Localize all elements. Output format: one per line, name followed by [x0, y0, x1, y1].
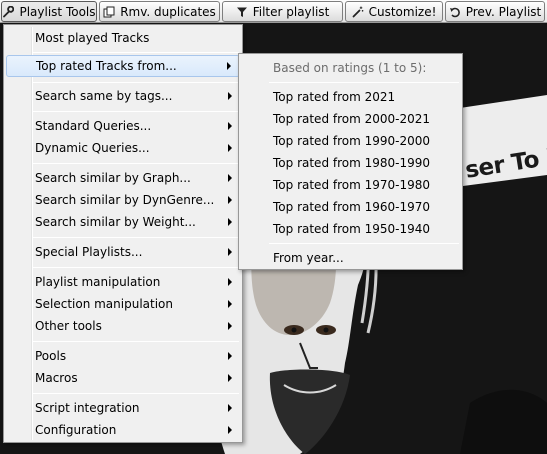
- submenu-item-label: Top rated from 2000-2021: [273, 112, 431, 126]
- submenu-arrow-icon: [228, 278, 232, 286]
- submenu-arrow-icon: [228, 352, 232, 360]
- submenu-item-1970-1980[interactable]: Top rated from 1970-1980: [241, 174, 460, 196]
- submenu-arrow-icon: [228, 248, 232, 256]
- playlist-tools-button[interactable]: Playlist Tools: [1, 1, 97, 22]
- submenu-arrow-icon: [227, 62, 231, 70]
- rmv-duplicates-label: Rmv. duplicates: [120, 4, 216, 19]
- submenu-item-2000-2021[interactable]: Top rated from 2000-2021: [241, 108, 460, 130]
- filter-playlist-button[interactable]: Filter playlist: [222, 1, 343, 22]
- menu-item-pools[interactable]: Pools: [6, 345, 240, 367]
- wand-icon: [352, 6, 364, 18]
- menu-separator: [33, 82, 239, 83]
- submenu-arrow-icon: [228, 122, 232, 130]
- submenu-arrow-icon: [228, 196, 232, 204]
- menu-separator: [33, 237, 239, 238]
- menu-item-special-playlists[interactable]: Special Playlists...: [6, 241, 240, 263]
- submenu-item-label: Top rated from 2021: [273, 90, 396, 104]
- submenu-arrow-icon: [228, 426, 232, 434]
- menu-separator: [33, 111, 239, 112]
- menu-item-label: Search similar by Graph...: [35, 171, 191, 185]
- duplicates-icon: [103, 6, 115, 18]
- toolbar: Playlist Tools Rmv. duplicates Filter pl…: [0, 0, 547, 23]
- menu-item-label: Standard Queries...: [35, 119, 152, 133]
- menu-item-label: Configuration: [35, 423, 117, 437]
- submenu-header-label: Based on ratings (1 to 5):: [273, 61, 427, 75]
- menu-item-label: Search similar by Weight...: [35, 215, 196, 229]
- menu-separator: [269, 243, 459, 244]
- submenu-item-label: Top rated from 1970-1980: [273, 178, 431, 192]
- menu-item-label: Search same by tags...: [35, 89, 173, 103]
- customize-button[interactable]: Customize!: [345, 1, 443, 22]
- submenu-item-2021[interactable]: Top rated from 2021: [241, 86, 460, 108]
- menu-item-label: Selection manipulation: [35, 297, 173, 311]
- menu-item-configuration[interactable]: Configuration: [6, 419, 240, 441]
- menu-item-label: Dynamic Queries...: [35, 141, 150, 155]
- menu-separator: [33, 52, 239, 53]
- menu-separator: [33, 393, 239, 394]
- submenu-item-1950-1940[interactable]: Top rated from 1950-1940: [241, 218, 460, 240]
- submenu-item-1960-1970[interactable]: Top rated from 1960-1970: [241, 196, 460, 218]
- customize-label: Customize!: [368, 4, 437, 19]
- submenu-item-label: Top rated from 1990-2000: [273, 134, 431, 148]
- submenu-item-1990-2000[interactable]: Top rated from 1990-2000: [241, 130, 460, 152]
- menu-item-label: Most played Tracks: [35, 31, 150, 45]
- prev-playlist-label: Prev. Playlist: [465, 4, 542, 19]
- submenu-arrow-icon: [228, 92, 232, 100]
- submenu-arrow-icon: [228, 404, 232, 412]
- filter-playlist-label: Filter playlist: [252, 4, 330, 19]
- menu-separator: [33, 341, 239, 342]
- menu-item-script-integration[interactable]: Script integration: [6, 397, 240, 419]
- menu-separator: [269, 82, 459, 83]
- menu-item-similar-dyngenre[interactable]: Search similar by DynGenre...: [6, 189, 240, 211]
- menu-item-label: Playlist manipulation: [35, 275, 161, 289]
- submenu-item-1980-1990[interactable]: Top rated from 1980-1990: [241, 152, 460, 174]
- menu-item-search-same-tags[interactable]: Search same by tags...: [6, 85, 240, 107]
- menu-item-selection-manipulation[interactable]: Selection manipulation: [6, 293, 240, 315]
- menu-item-label: Special Playlists...: [35, 245, 143, 259]
- submenu-item-label: Top rated from 1950-1940: [273, 222, 431, 236]
- submenu-item-label: From year...: [273, 251, 344, 265]
- submenu-arrow-icon: [228, 174, 232, 182]
- menu-item-label: Script integration: [35, 401, 140, 415]
- submenu-arrow-icon: [228, 144, 232, 152]
- wrench-icon: [2, 5, 15, 18]
- prev-playlist-button[interactable]: Prev. Playlist: [445, 1, 545, 22]
- menu-item-most-played[interactable]: Most played Tracks: [6, 27, 240, 49]
- menu-item-playlist-manipulation[interactable]: Playlist manipulation: [6, 271, 240, 293]
- menu-item-similar-weight[interactable]: Search similar by Weight...: [6, 211, 240, 233]
- filter-icon: [236, 6, 248, 18]
- submenu-arrow-icon: [228, 322, 232, 330]
- menu-item-label: Search similar by DynGenre...: [35, 193, 215, 207]
- playlist-tools-menu: Most played Tracks Top rated Tracks from…: [3, 24, 243, 443]
- menu-item-label: Macros: [35, 371, 78, 385]
- submenu-item-label: Top rated from 1980-1990: [273, 156, 431, 170]
- menu-item-similar-graph[interactable]: Search similar by Graph...: [6, 167, 240, 189]
- rmv-duplicates-button[interactable]: Rmv. duplicates: [99, 1, 220, 22]
- menu-item-label: Other tools: [35, 319, 102, 333]
- menu-separator: [33, 163, 239, 164]
- menu-separator: [33, 267, 239, 268]
- menu-item-other-tools[interactable]: Other tools: [6, 315, 240, 337]
- submenu-arrow-icon: [228, 300, 232, 308]
- menu-item-macros[interactable]: Macros: [6, 367, 240, 389]
- menu-item-label: Top rated Tracks from...: [36, 59, 177, 73]
- undo-icon: [449, 6, 461, 18]
- submenu-item-label: Top rated from 1960-1970: [273, 200, 431, 214]
- submenu-arrow-icon: [228, 374, 232, 382]
- menu-item-dynamic-queries[interactable]: Dynamic Queries...: [6, 137, 240, 159]
- playlist-tools-label: Playlist Tools: [19, 4, 96, 19]
- submenu-item-from-year[interactable]: From year...: [241, 247, 460, 269]
- top-rated-submenu: Based on ratings (1 to 5): Top rated fro…: [238, 53, 463, 270]
- menu-item-label: Pools: [35, 349, 67, 363]
- menu-item-standard-queries[interactable]: Standard Queries...: [6, 115, 240, 137]
- submenu-arrow-icon: [228, 218, 232, 226]
- menu-item-top-rated[interactable]: Top rated Tracks from...: [6, 55, 240, 77]
- submenu-header: Based on ratings (1 to 5):: [241, 57, 460, 79]
